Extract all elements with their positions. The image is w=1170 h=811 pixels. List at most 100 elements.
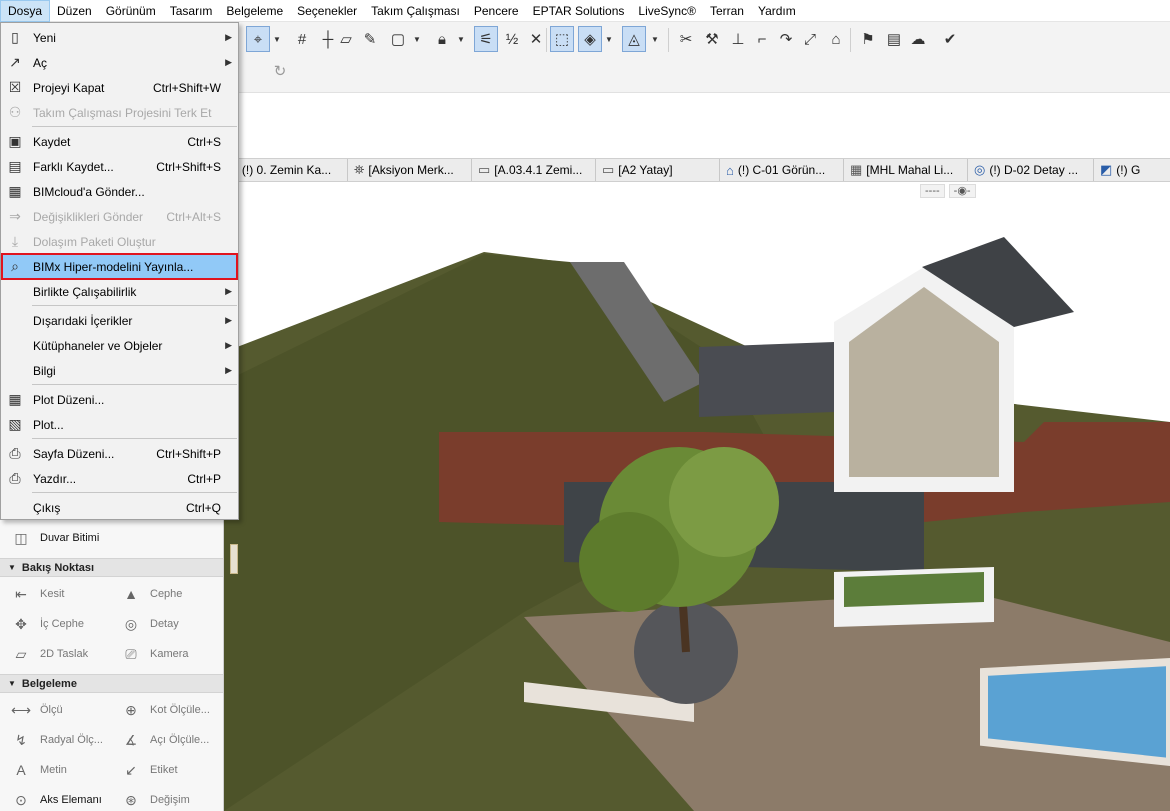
tool-grid-element[interactable]: ⊙ Aks Elemanı bbox=[10, 790, 102, 810]
menu-livesync[interactable]: LiveSync® bbox=[631, 0, 703, 22]
tool-change[interactable]: ⊛ Değişim bbox=[120, 790, 190, 810]
3d-viewport[interactable] bbox=[224, 182, 1170, 811]
menu-item-leave-team[interactable]: ⚇ Takım Çalışması Projesini Terk Et bbox=[2, 100, 237, 125]
tool-level-dimension[interactable]: ⊕ Kot Ölçüle... bbox=[120, 700, 210, 720]
coordinate-icon[interactable]: ⌖ bbox=[246, 26, 270, 52]
select-box-icon[interactable]: ⬚ bbox=[550, 26, 574, 52]
menu-item-external-content[interactable]: Dışarıdaki İçerikler ▶ bbox=[2, 308, 237, 333]
tab-d02-detay[interactable]: ◎ (!) D-02 Detay ... bbox=[968, 159, 1094, 181]
menu-item-interoperability[interactable]: Birlikte Çalışabilirlik ▶ bbox=[2, 279, 237, 304]
menu-item-save-as[interactable]: ▤ Farklı Kaydet... Ctrl+Shift+S bbox=[2, 154, 237, 179]
tool-detail[interactable]: ◎ Detay bbox=[120, 614, 179, 634]
save-as-icon: ▤ bbox=[8, 158, 22, 174]
panel-resize-handle[interactable] bbox=[230, 544, 238, 574]
menu-belgeleme[interactable]: Belgeleme bbox=[219, 0, 290, 22]
menu-separator bbox=[32, 126, 237, 127]
3d-model-render bbox=[224, 237, 1170, 811]
menu-item-exit[interactable]: Çıkış Ctrl+Q bbox=[2, 495, 237, 520]
tool-label[interactable]: ↙ Etiket bbox=[120, 760, 177, 780]
tool-camera[interactable]: ⎚ Kamera bbox=[120, 644, 188, 664]
menu-pencere[interactable]: Pencere bbox=[467, 0, 526, 22]
coordinate-dropdown[interactable]: ▼ bbox=[272, 26, 282, 52]
view-icon[interactable]: ▢ bbox=[386, 26, 410, 52]
menu-eptar[interactable]: EPTAR Solutions bbox=[526, 0, 632, 22]
cross-icon[interactable]: ✕ bbox=[524, 26, 548, 52]
menu-item-open[interactable]: ↗ Aç ▶ bbox=[2, 50, 237, 75]
menu-item-info[interactable]: Bilgi ▶ bbox=[2, 358, 237, 383]
menu-terran[interactable]: Terran bbox=[703, 0, 751, 22]
hammer-icon[interactable]: ⚒ bbox=[700, 26, 724, 52]
partial-structure-icon[interactable]: ---- bbox=[920, 184, 945, 198]
pen-icon[interactable]: ✎ bbox=[358, 26, 382, 52]
menu-item-send-bimcloud[interactable]: ▦ BIMcloud'a Gönder... bbox=[2, 179, 237, 204]
tool-text[interactable]: A Metin bbox=[10, 760, 67, 780]
tool-radial-dimension[interactable]: ↯ Radyal Ölç... bbox=[10, 730, 103, 750]
tab-mhl-mahal[interactable]: ▦ [MHL Mahal Li... bbox=[844, 159, 968, 181]
menu-item-new[interactable]: ▯ Yeni ▶ bbox=[2, 25, 237, 50]
section-viewpoint[interactable]: ▼ Bakış Noktası bbox=[0, 558, 223, 577]
tab-g[interactable]: ◩ (!) G bbox=[1094, 159, 1146, 181]
menu-tasarim[interactable]: Tasarım bbox=[163, 0, 220, 22]
menu-item-page-setup[interactable]: ⎙ Sayfa Düzeni... Ctrl+Shift+P bbox=[2, 441, 237, 466]
menu-yardim[interactable]: Yardım bbox=[751, 0, 803, 22]
tab-c01-gorunus[interactable]: ⌂ (!) C-01 Görün... bbox=[720, 159, 844, 181]
lock-dropdown[interactable]: ▼ bbox=[456, 26, 466, 52]
tab-aksiyon-merkezi[interactable]: ⛯ [Aksiyon Merk... bbox=[348, 159, 472, 181]
flag-icon[interactable]: ⚑ bbox=[856, 26, 880, 52]
circle-marker-icon[interactable]: ◬ bbox=[622, 26, 646, 52]
tool-elevation[interactable]: ▲ Cephe bbox=[120, 584, 182, 604]
roof-icon[interactable]: ⌂ bbox=[824, 26, 848, 52]
visibility-icon[interactable]: -◉- bbox=[948, 184, 976, 198]
submenu-arrow-icon: ▶ bbox=[225, 365, 232, 375]
page-setup-icon: ⎙ bbox=[9, 445, 21, 461]
view-dropdown[interactable]: ▼ bbox=[412, 26, 422, 52]
tool-2d-draft[interactable]: ▱ 2D Taslak bbox=[10, 644, 89, 664]
marker-dropdown[interactable]: ▼ bbox=[650, 26, 660, 52]
tool-wall-end[interactable]: ◫ Duvar Bitimi bbox=[10, 528, 99, 548]
menu-item-libraries-objects[interactable]: Kütüphaneler ve Objeler ▶ bbox=[2, 333, 237, 358]
layout-icon: ▭ bbox=[602, 162, 615, 177]
tool-section[interactable]: ⇤ Kesit bbox=[10, 584, 64, 604]
scale-icon[interactable]: ½ bbox=[500, 26, 524, 52]
extend-icon[interactable]: ⊥ bbox=[726, 26, 750, 52]
lock-icon[interactable]: 🔒︎ bbox=[430, 26, 454, 52]
fill-dropdown[interactable]: ▼ bbox=[604, 26, 614, 52]
menu-duzen[interactable]: Düzen bbox=[50, 0, 99, 22]
grid-icon[interactable]: # bbox=[290, 26, 314, 52]
fillet-icon[interactable]: ⌐ bbox=[750, 26, 774, 52]
menu-item-plot[interactable]: ▧ Plot... bbox=[2, 412, 237, 437]
tab-a2-yatay[interactable]: ▭ [A2 Yatay] bbox=[596, 159, 720, 181]
tool-dimension[interactable]: ⟷ Ölçü bbox=[10, 700, 63, 720]
split-icon[interactable]: ✂ bbox=[674, 26, 698, 52]
menu-item-create-package[interactable]: ⤓ Dolaşım Paketi Oluştur bbox=[2, 229, 237, 254]
menu-takim-calismasi[interactable]: Takım Çalışması bbox=[364, 0, 467, 22]
lighthouse-icon: ⛯ bbox=[354, 162, 365, 177]
menu-item-save[interactable]: ▣ Kaydet Ctrl+S bbox=[2, 129, 237, 154]
fill-icon[interactable]: ◈ bbox=[578, 26, 602, 52]
layer-icon[interactable]: ▱ bbox=[334, 26, 358, 52]
menu-separator bbox=[32, 438, 237, 439]
menu-item-print[interactable]: ⎙ Yazdır... Ctrl+P bbox=[2, 466, 237, 491]
menu-item-publish-bimx[interactable]: ⌕ BIMx Hiper-modelini Yayınla... bbox=[1, 253, 238, 280]
menu-secenekler[interactable]: Seçenekler bbox=[290, 0, 364, 22]
tool-interior-elevation[interactable]: ✥ İç Cephe bbox=[10, 614, 84, 634]
tab-a03-zemin[interactable]: ▭ [A.03.4.1 Zemi... bbox=[472, 159, 596, 181]
section-documentation[interactable]: ▼ Belgeleme bbox=[0, 674, 223, 693]
curve-icon[interactable]: ↷ bbox=[774, 26, 798, 52]
tool-angle-dimension[interactable]: ∡ Açı Ölçüle... bbox=[120, 730, 210, 750]
menu-item-send-changes[interactable]: ⇒ Değişiklikleri Gönder Ctrl+Alt+S bbox=[2, 204, 237, 229]
menu-item-plot-setup[interactable]: ▦ Plot Düzeni... bbox=[2, 387, 237, 412]
resize-icon[interactable]: ⤢ bbox=[798, 26, 822, 52]
angle-dimension-icon: ∡ bbox=[124, 731, 138, 748]
redo-icon[interactable]: ↻ bbox=[268, 58, 292, 84]
snap-icon[interactable]: ⚟ bbox=[474, 26, 498, 52]
check-icon[interactable]: ✔ bbox=[938, 26, 962, 52]
table-icon[interactable]: ▤ bbox=[882, 26, 906, 52]
menu-dosya[interactable]: Dosya bbox=[0, 0, 51, 22]
cloud-icon[interactable]: ☁ bbox=[906, 26, 930, 52]
tab-zemin-kat[interactable]: ⌂(!) 0. Zemin Ka... bbox=[224, 159, 348, 181]
menu-item-close-project[interactable]: ☒ Projeyi Kapat Ctrl+Shift+W bbox=[2, 75, 237, 100]
package-icon: ⤓ bbox=[11, 233, 19, 249]
menu-gorunum[interactable]: Görünüm bbox=[99, 0, 163, 22]
new-doc-icon: ▯ bbox=[11, 29, 19, 45]
